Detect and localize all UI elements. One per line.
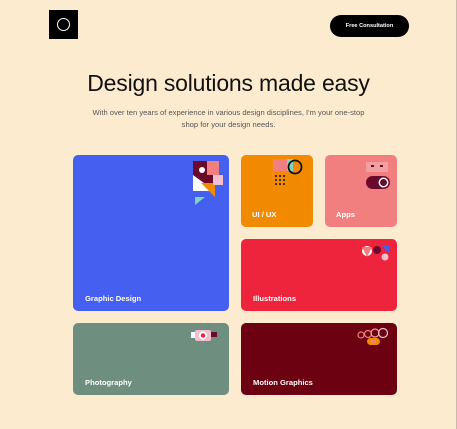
logo-ring-icon bbox=[57, 18, 70, 31]
illustrations-art-icon bbox=[362, 245, 389, 261]
service-label: Motion Graphics bbox=[253, 378, 313, 387]
service-label: Photography bbox=[85, 378, 132, 387]
page: Free Consultation Design solutions made … bbox=[0, 0, 457, 429]
ui-ux-art-icon bbox=[273, 159, 303, 185]
apps-art-icon bbox=[366, 162, 390, 189]
service-label: UI / UX bbox=[252, 210, 277, 219]
motion-graphics-art-icon bbox=[357, 327, 389, 345]
free-consultation-button[interactable]: Free Consultation bbox=[330, 15, 409, 37]
service-card-apps[interactable]: Apps bbox=[325, 155, 397, 227]
service-label: Illustrations bbox=[253, 294, 297, 303]
service-label: Apps bbox=[336, 210, 355, 219]
logo[interactable] bbox=[49, 10, 78, 39]
camera-art-icon bbox=[191, 330, 217, 341]
service-label: Graphic Design bbox=[85, 294, 142, 303]
service-card-photography[interactable]: Photography bbox=[73, 323, 229, 395]
service-card-graphic-design[interactable]: Graphic Design bbox=[73, 155, 229, 311]
page-subtitle: With over ten years of experience in var… bbox=[92, 108, 365, 129]
service-card-illustrations[interactable]: Illustrations bbox=[241, 239, 397, 311]
service-card-motion-graphics[interactable]: Motion Graphics bbox=[241, 323, 397, 395]
page-title: Design solutions made easy bbox=[87, 70, 370, 96]
graphic-design-art-icon bbox=[193, 161, 223, 205]
service-card-ui-ux[interactable]: UI / UX bbox=[241, 155, 313, 227]
